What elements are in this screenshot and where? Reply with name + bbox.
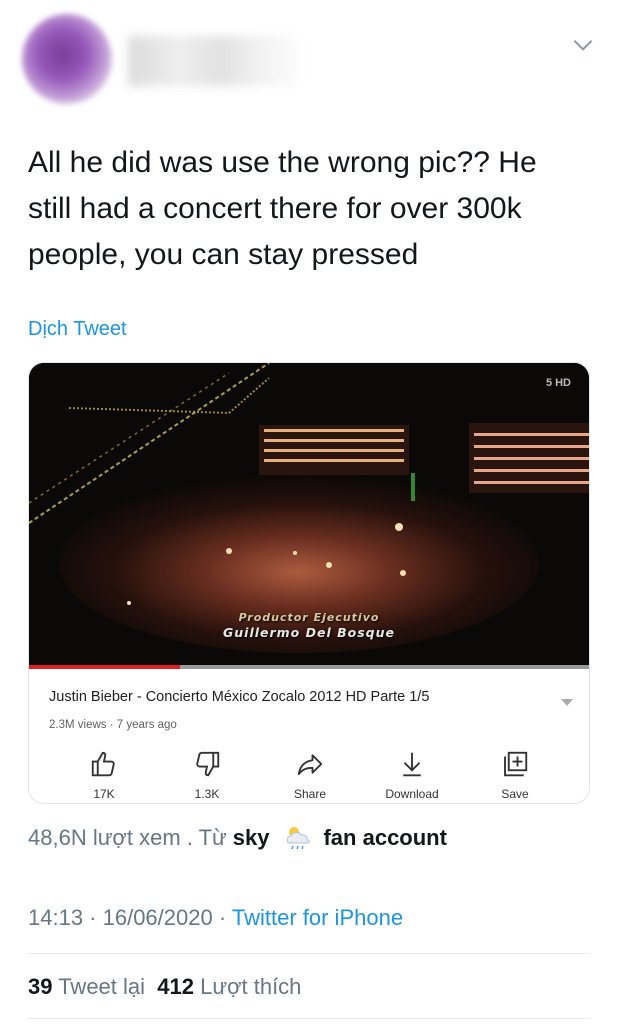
like-button[interactable]: 17K (59, 749, 149, 801)
video-thumbnail[interactable]: 5 HD Productor Ejecutivo Guillermo Del B… (29, 363, 589, 669)
save-icon (504, 751, 528, 777)
video-meta: 2.3M views · 7 years ago (49, 719, 177, 731)
share-button[interactable]: Share (265, 749, 355, 801)
video-actions: 17K 1.3K Share Download Save (29, 749, 589, 803)
tweet-timestamp: 14:13 · 16/06/2020 · Twitter for iPhone (28, 905, 403, 931)
divider (28, 1018, 590, 1019)
video-progress-bar[interactable] (29, 665, 589, 669)
save-button[interactable]: Save (470, 749, 560, 801)
view-count-line: 48,6N lượt xem . Từ sky fan account (28, 823, 447, 853)
like-count: 17K (93, 787, 115, 801)
download-label: Download (385, 787, 439, 801)
thumbs-up-icon (91, 751, 115, 777)
cloud-rain-icon (287, 827, 311, 850)
download-button[interactable]: Download (367, 749, 457, 801)
like-count-total: 412 (157, 974, 194, 999)
video-progress-fill (29, 665, 181, 669)
tweet-stats: 39 Tweet lại 412 Lượt thích (28, 974, 301, 1000)
thumbs-down-icon (196, 751, 220, 777)
retweet-count: 39 (28, 974, 53, 999)
chevron-down-icon[interactable] (561, 699, 573, 707)
tweet-text: All he did was use the wrong pic?? He st… (28, 146, 537, 271)
video-credit-line1: Productor Ejecutivo (238, 611, 380, 624)
retweet-label: Tweet lại (58, 974, 146, 999)
like-label: Lượt thích (200, 974, 302, 999)
video-title[interactable]: Justin Bieber - Concierto México Zocalo … (49, 689, 429, 705)
source-username[interactable]: sky (233, 825, 270, 851)
tweet-time[interactable]: 14:13 · 16/06/2020 · (28, 905, 226, 930)
save-label: Save (501, 787, 529, 801)
blurred-username[interactable] (128, 36, 298, 86)
share-icon (297, 754, 323, 775)
tweet-source-link[interactable]: Twitter for iPhone (232, 905, 403, 930)
chevron-down-icon[interactable] (570, 32, 596, 58)
share-label: Share (293, 787, 327, 801)
source-username-suffix[interactable]: fan account (323, 825, 446, 851)
dislike-button[interactable]: 1.3K (162, 749, 252, 801)
translate-tweet-link[interactable]: Dịch Tweet (28, 318, 127, 341)
video-credit-line2: Guillermo Del Bosque (223, 625, 395, 640)
view-count: 48,6N lượt xem . Từ (28, 825, 227, 850)
like-stat[interactable]: 412 Lượt thích (157, 974, 301, 999)
channel-logo: 5 HD (545, 377, 571, 389)
avatar[interactable] (22, 14, 112, 104)
tweet-header (0, 0, 620, 110)
dislike-count: 1.3K (194, 787, 220, 801)
retweet-stat[interactable]: 39 Tweet lại (28, 974, 145, 999)
download-icon (403, 752, 421, 777)
youtube-card[interactable]: 5 HD Productor Ejecutivo Guillermo Del B… (28, 362, 590, 804)
divider (28, 953, 590, 954)
